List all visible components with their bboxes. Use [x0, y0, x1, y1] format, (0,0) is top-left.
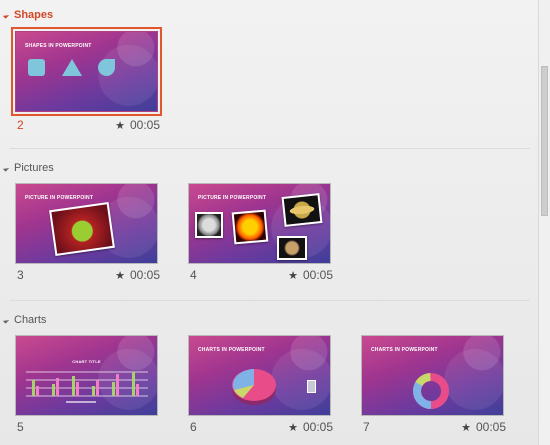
pie-chart-thumbnail [232, 369, 276, 405]
collapse-triangle-icon[interactable] [2, 11, 10, 19]
slide-thumbnail-3[interactable]: PICTURE IN POWERPOINT [15, 183, 158, 264]
slide-meta-2: 2 ★ 00:05 [17, 118, 160, 132]
teardrop-shape [98, 59, 115, 76]
section-title: Pictures [14, 162, 54, 174]
slide-title: CHARTS IN POWERPOINT [371, 347, 438, 353]
slide-title: PICTURE IN POWERPOINT [198, 195, 267, 201]
vertical-scrollbar[interactable] [538, 0, 550, 445]
collapse-triangle-icon[interactable] [2, 164, 10, 172]
slide-thumbnail-4[interactable]: PICTURE IN POWERPOINT [188, 183, 331, 264]
section-title: Shapes [14, 9, 54, 21]
slide-number: 5 [17, 420, 24, 434]
slide-meta-7: 7 ★ 00:05 [363, 420, 506, 434]
slide-number: 3 [17, 268, 24, 282]
slide-number: 2 [17, 118, 24, 132]
slide-timing: ★ 00:05 [115, 118, 160, 132]
timing-value: 00:05 [302, 268, 333, 282]
scrollbar-thumb[interactable] [541, 66, 548, 216]
slide-thumbnail-6[interactable]: CHARTS IN POWERPOINT [188, 335, 331, 416]
collapse-triangle-icon[interactable] [2, 316, 10, 324]
square-shape [28, 59, 45, 76]
slide-timing: ★ 00:05 [115, 268, 160, 282]
donut-chart-thumbnail [413, 373, 449, 409]
slide-number: 7 [363, 420, 370, 434]
planet-photo [277, 236, 307, 260]
slide-title: CHARTS IN POWERPOINT [198, 347, 265, 353]
triangle-shape [62, 59, 82, 76]
slide-number: 6 [190, 420, 197, 434]
slide-thumbnail-5[interactable]: CHART TITLE [15, 335, 158, 416]
timing-value: 00:05 [129, 118, 160, 132]
star-icon: ★ [115, 269, 125, 282]
apple-photo [49, 202, 115, 256]
saturn-photo [281, 193, 323, 227]
timing-value: 00:05 [129, 268, 160, 282]
slide-number: 4 [190, 268, 197, 282]
slide-meta-3: 3 ★ 00:05 [17, 268, 160, 282]
slide-timing: ★ 00:05 [461, 420, 506, 434]
timing-value: 00:05 [302, 420, 333, 434]
slide-thumbnail-2[interactable]: SHAPES IN POWERPOINT [11, 27, 162, 116]
slide-meta-4: 4 ★ 00:05 [190, 268, 333, 282]
star-icon: ★ [115, 119, 125, 132]
section-header-pictures[interactable]: Pictures [2, 162, 54, 174]
slide-meta-5: 5 [17, 420, 160, 434]
section-divider [10, 300, 530, 301]
slide-title: PICTURE IN POWERPOINT [25, 195, 94, 201]
section-title: Charts [14, 314, 47, 326]
moon-photo [195, 212, 223, 238]
section-header-shapes[interactable]: Shapes [2, 9, 54, 21]
section-divider [10, 148, 530, 149]
timing-value: 00:05 [475, 420, 506, 434]
slide-title: SHAPES IN POWERPOINT [25, 43, 92, 49]
star-icon: ★ [288, 421, 298, 434]
star-icon: ★ [288, 269, 298, 282]
bar-chart-thumbnail [26, 371, 148, 403]
slide-meta-6: 6 ★ 00:05 [190, 420, 333, 434]
slide-timing: ★ 00:05 [288, 420, 333, 434]
section-header-charts[interactable]: Charts [2, 314, 47, 326]
slide-title: CHART TITLE [72, 359, 101, 364]
star-icon: ★ [461, 421, 471, 434]
sun-photo [231, 209, 269, 245]
legend-box [307, 380, 316, 393]
slide-timing: ★ 00:05 [288, 268, 333, 282]
slide-thumbnail-7[interactable]: CHARTS IN POWERPOINT [361, 335, 504, 416]
